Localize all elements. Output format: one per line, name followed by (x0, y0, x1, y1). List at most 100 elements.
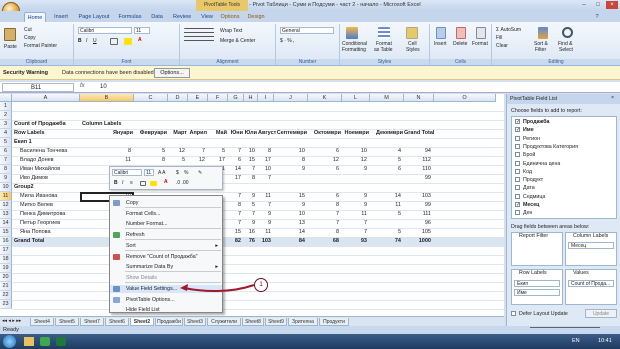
column-header[interactable]: C (134, 94, 168, 102)
tab-home[interactable]: Home (24, 12, 46, 22)
row-field-ime[interactable]: Име (514, 289, 560, 296)
group-header[interactable]: Екип 1 (14, 138, 32, 147)
paste-icon[interactable] (4, 28, 16, 41)
column-header[interactable]: B (80, 94, 134, 102)
tab-design[interactable]: Design (244, 12, 268, 22)
copy-button[interactable]: Copy (24, 35, 36, 41)
sheet-tab[interactable]: Sheet7 (80, 318, 104, 326)
mini-size-combo[interactable]: 11 (144, 169, 154, 176)
row-header[interactable]: 15 (0, 228, 12, 237)
fx-icon[interactable]: fx (80, 83, 85, 89)
field-checkbox[interactable]: ✓ (515, 127, 520, 133)
column-header[interactable]: I (258, 94, 274, 102)
field-checkbox[interactable] (515, 210, 520, 216)
group-header[interactable]: Group2 (14, 183, 34, 192)
mini-fill-icon[interactable] (150, 181, 157, 186)
menu-item-sort[interactable]: Sort ▸ (110, 242, 222, 250)
find-select-icon[interactable] (562, 27, 573, 38)
wrap-text-button[interactable]: Wrap Text (220, 28, 242, 34)
mini-bold-button[interactable]: B (114, 180, 118, 186)
menu-item-remove-count-of[interactable]: Remove "Count of Продажба" (110, 253, 222, 261)
menu-item-refresh[interactable]: Refresh (110, 231, 222, 239)
field-name[interactable]: Брой (523, 152, 535, 158)
explorer-taskbar-icon[interactable] (24, 337, 34, 346)
column-header[interactable]: O (434, 94, 496, 102)
font-name-combo[interactable]: Calibri (78, 27, 132, 34)
maximize-icon[interactable]: □ (592, 1, 604, 9)
excel-taskbar-icon[interactable] (56, 337, 66, 346)
sheet-tab[interactable]: Sheet2 (130, 318, 154, 326)
clear-button[interactable]: Clear (496, 43, 508, 49)
sheet-tab[interactable]: Служители (207, 318, 241, 326)
row-header[interactable]: 7 (0, 156, 12, 165)
tab-formulas[interactable]: Formulas (116, 12, 144, 22)
field-checkbox[interactable] (515, 193, 520, 199)
pivot-column-labels[interactable]: Column Labels (82, 120, 121, 129)
sheet-tab[interactable]: Sheet4 (30, 318, 54, 326)
field-name[interactable]: Ден (523, 210, 532, 216)
row-header[interactable]: 10 (0, 183, 12, 192)
row-header[interactable]: 23 (0, 300, 12, 309)
underline-button[interactable]: U (93, 38, 97, 44)
row-header[interactable]: 12 (0, 201, 12, 210)
row-header[interactable]: 20 (0, 273, 12, 282)
minimize-icon[interactable]: – (578, 1, 590, 9)
cut-button[interactable]: Cut (24, 27, 32, 33)
mini-currency-icon[interactable]: $ (176, 170, 179, 176)
column-header[interactable]: M (370, 94, 404, 102)
mini-format-painter-icon[interactable]: ✎ (198, 170, 202, 176)
field-name[interactable]: Месец (523, 202, 539, 208)
row-header[interactable]: 11 (0, 192, 12, 201)
field-checkbox[interactable] (515, 168, 520, 174)
field-name[interactable]: Код (523, 169, 532, 175)
sheet-tab[interactable]: Sheet6 (105, 318, 129, 326)
app-taskbar-icon[interactable] (40, 337, 50, 346)
column-header[interactable]: D (168, 94, 188, 102)
menu-item-hide-field-list[interactable]: Hide Field List (110, 306, 222, 314)
formula-input[interactable]: 10 (100, 83, 520, 92)
insert-cells-icon[interactable] (436, 27, 446, 39)
zoom-slider[interactable] (530, 327, 600, 332)
tab-view[interactable]: View (198, 12, 216, 22)
menu-item-format-cells[interactable]: Format Cells... (110, 210, 222, 218)
row-header[interactable]: 6 (0, 147, 12, 156)
row-header[interactable]: 4 (0, 129, 12, 138)
field-checkbox[interactable] (515, 135, 520, 141)
currency-icon[interactable]: $ · % , (280, 38, 294, 44)
mini-italic-button[interactable]: I (122, 180, 123, 186)
borders-icon[interactable] (110, 38, 118, 45)
row-header[interactable]: 14 (0, 219, 12, 228)
font-size-combo[interactable]: 11 (134, 27, 150, 34)
delete-button[interactable]: Delete (453, 41, 467, 47)
column-header[interactable]: H (244, 94, 258, 102)
mini-font-color-icon[interactable]: A (164, 179, 168, 185)
row-header[interactable]: 19 (0, 264, 12, 273)
delete-cells-icon[interactable] (456, 27, 466, 39)
menu-item-summarize-data-by[interactable]: Summarize Data By ▸ (110, 263, 222, 271)
format-button[interactable]: Format (472, 41, 488, 47)
column-field-mesec[interactable]: Месец (568, 242, 614, 249)
paste-button[interactable]: Paste (4, 44, 17, 50)
mini-decimal-icon[interactable]: .0 .00 (176, 180, 189, 186)
row-header[interactable]: 2 (0, 111, 12, 120)
field-checkbox[interactable]: ✓ (515, 202, 520, 208)
autosum-button[interactable]: Σ AutoSum (496, 27, 521, 33)
sheet-tab[interactable]: Sheet3 (184, 318, 206, 326)
field-name[interactable]: Име (523, 127, 534, 133)
sheet-tab[interactable]: Зрителна (288, 318, 318, 326)
close-icon[interactable]: × (606, 1, 618, 9)
row-header[interactable]: 22 (0, 291, 12, 300)
bold-button[interactable]: B (78, 38, 82, 44)
help-icon[interactable]: ? (592, 12, 602, 22)
row-header[interactable]: 5 (0, 138, 12, 147)
sheet-nav-arrows-icon[interactable]: ◂◂ ◂ ▸ ▸▸ (2, 318, 21, 324)
sheet-tab[interactable]: Sheet5 (55, 318, 79, 326)
row-field-ekip[interactable]: Екип (514, 280, 560, 287)
sheet-tab[interactable]: Sheet8 (242, 318, 264, 326)
sheet-tab[interactable]: Sheet9 (265, 318, 287, 326)
mini-font-combo[interactable]: Calibri (112, 169, 142, 176)
row-header[interactable]: 1 (0, 102, 12, 111)
sheet-tab[interactable]: Продукти (319, 318, 349, 326)
field-name[interactable]: Продажба (523, 119, 550, 125)
column-header[interactable]: F (208, 94, 228, 102)
